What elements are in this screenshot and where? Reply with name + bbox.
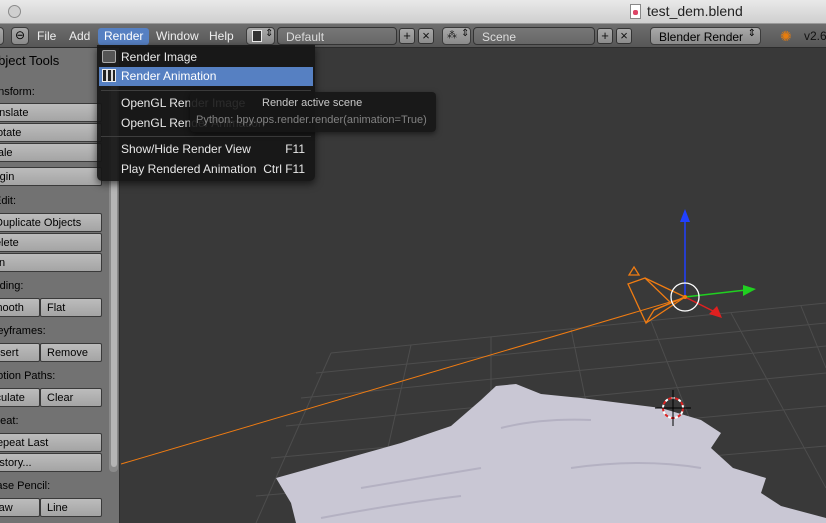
render-engine-selector[interactable]: Blender Render ⇕ [650,27,761,45]
minus-icon: ⊖ [14,28,26,42]
shortcut-label: Ctrl F11 [263,162,305,176]
menu-separator [101,90,311,91]
collapse-menus-button[interactable]: ⊖ [11,27,29,45]
close-window-button[interactable] [8,5,21,18]
blender-window: test_dem.blend ⊖ File Add Render Window … [0,0,826,523]
render-engine-label: Blender Render [659,30,744,44]
menu-render[interactable]: Render [98,28,150,45]
delete-scene-button[interactable]: × [616,28,632,44]
tooltip-python: Python: bpy.ops.render.render(animation=… [196,114,427,126]
menu-file[interactable]: File [31,28,62,45]
document-icon [630,3,641,19]
updown-icon: ⇕ [461,28,470,39]
render-animation-item[interactable]: Render Animation [99,67,313,86]
section-repeat: Repeat: [0,415,19,427]
grease-draw-button[interactable]: Draw [0,498,40,517]
blender-logo-icon: ✺ [780,28,792,44]
render-animation-label: Render Animation [121,69,217,83]
updown-icon: ⇕ [265,28,274,39]
version-label: v2.6 [804,29,826,43]
transform-gizmo[interactable] [670,209,756,318]
render-image-item[interactable]: Render Image [99,48,313,67]
flat-button[interactable]: Flat [40,298,102,317]
delete-screen-button[interactable]: × [418,28,434,44]
smooth-button[interactable]: Smooth [0,298,40,317]
render-image-label: Render Image [121,50,198,64]
menu-help[interactable]: Help [203,28,240,45]
menu-window[interactable]: Window [150,28,205,45]
updown-icon: ⇕ [747,28,756,39]
scene-name-field[interactable]: Scene [473,27,595,45]
screen-layout-name-field[interactable]: Default [277,27,397,45]
layout-icon [252,30,262,42]
render-still-icon [102,50,116,63]
rotate-button[interactable]: Rotate [0,123,102,142]
panel-title[interactable]: Object Tools [0,53,59,68]
section-shading: Shading: [0,280,24,292]
insert-keyframe-button[interactable]: Insert [0,343,40,362]
calculate-paths-button[interactable]: Calculate [0,388,40,407]
scene-icon: ⁂ [447,30,457,41]
section-edit: Edit: [0,195,17,207]
delete-button[interactable]: Delete [0,233,102,252]
render-animation-icon [102,69,116,82]
origin-button[interactable]: Origin [0,167,102,186]
add-scene-button[interactable]: + [597,28,613,44]
scale-button[interactable]: Scale [0,143,102,162]
section-motion-paths: Motion Paths: [0,370,56,382]
repeat-last-button[interactable]: Repeat Last [0,433,102,452]
repeat-history-button[interactable]: History... [0,453,102,472]
show-hide-render-view-item[interactable]: Show/Hide Render View F11 [99,140,313,159]
grease-line-button[interactable]: Line [40,498,102,517]
join-button[interactable]: Join [0,253,102,272]
remove-keyframe-button[interactable]: Remove [40,343,102,362]
play-rendered-animation-item[interactable]: Play Rendered Animation Ctrl F11 [99,160,313,179]
translate-button[interactable]: Translate [0,103,102,122]
window-title: test_dem.blend [630,3,743,19]
section-keyframes: Keyframes: [0,325,46,337]
section-transform: Transform: [0,86,35,98]
duplicate-objects-button[interactable]: Duplicate Objects [0,213,102,232]
menu-separator [101,136,311,137]
window-title-text: test_dem.blend [647,3,743,19]
editor-type-button[interactable] [0,27,4,45]
shortcut-label: F11 [285,142,305,156]
menu-add[interactable]: Add [63,28,96,45]
tooltip-title: Render active scene [262,97,363,109]
camera-object[interactable] [627,265,686,325]
screen-layout-selector[interactable]: ⇕ [246,27,275,45]
clear-paths-button[interactable]: Clear [40,388,102,407]
section-grease-pencil: Grease Pencil: [0,480,51,492]
scene-selector[interactable]: ⁂ ⇕ [442,27,471,45]
os-title-bar: test_dem.blend [0,0,826,24]
show-hide-render-view-label: Show/Hide Render View [121,142,251,156]
render-animation-tooltip: Render active scene Python: bpy.ops.rend… [190,92,436,132]
add-screen-button[interactable]: + [399,28,415,44]
play-rendered-animation-label: Play Rendered Animation [121,162,257,176]
